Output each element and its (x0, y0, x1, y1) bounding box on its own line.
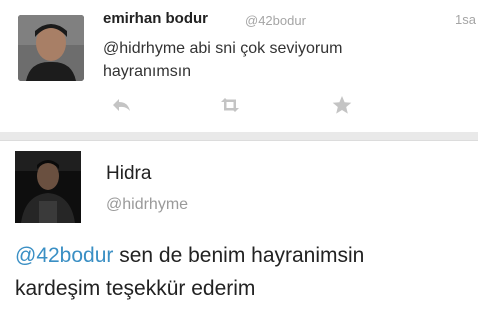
author-handle[interactable]: @42bodur (245, 13, 306, 28)
star-icon (332, 96, 352, 114)
reply-icon (113, 99, 130, 111)
mention-link[interactable]: @42bodur (15, 244, 113, 267)
tweet-card-hidra[interactable]: Hidra @hidrhyme @42bodur sen de benim ha… (0, 141, 478, 314)
tweet-timestamp[interactable]: 1sa (455, 12, 476, 27)
tweet-text-line: @42bodur sen de benim hayranimsin (15, 239, 475, 272)
author-handle[interactable]: @hidrhyme (106, 196, 188, 214)
reply-button[interactable] (111, 95, 135, 117)
author-name[interactable]: Hidra (106, 163, 151, 185)
tweet-text-segment: sen de benim hayranimsin (113, 244, 365, 267)
favorite-button[interactable] (331, 95, 355, 117)
tweet-actions (103, 95, 363, 117)
avatar-photo-icon (18, 15, 84, 81)
retweet-button[interactable] (218, 95, 242, 117)
tweet-divider (0, 132, 478, 141)
tweet-text: @hidrhyme abi sni çok seviyorum hayranım… (103, 37, 463, 83)
retweet-icon (221, 98, 239, 112)
tweet-text-line: @hidrhyme abi sni çok seviyorum (103, 40, 343, 57)
avatar-photo-icon (15, 151, 81, 223)
tweet-text-line: kardeşim teşekkür ederim (15, 277, 256, 300)
tweet-text: @42bodur sen de benim hayranimsin kardeş… (15, 239, 475, 305)
tweet-text-line: hayranımsın (103, 63, 192, 80)
avatar-hidra[interactable] (15, 151, 81, 223)
author-name[interactable]: emirhan bodur (103, 10, 208, 27)
avatar-emirhan[interactable] (18, 15, 84, 81)
tweet-card-emirhan[interactable]: emirhan bodur @42bodur 1sa @hidrhyme abi… (0, 0, 478, 133)
